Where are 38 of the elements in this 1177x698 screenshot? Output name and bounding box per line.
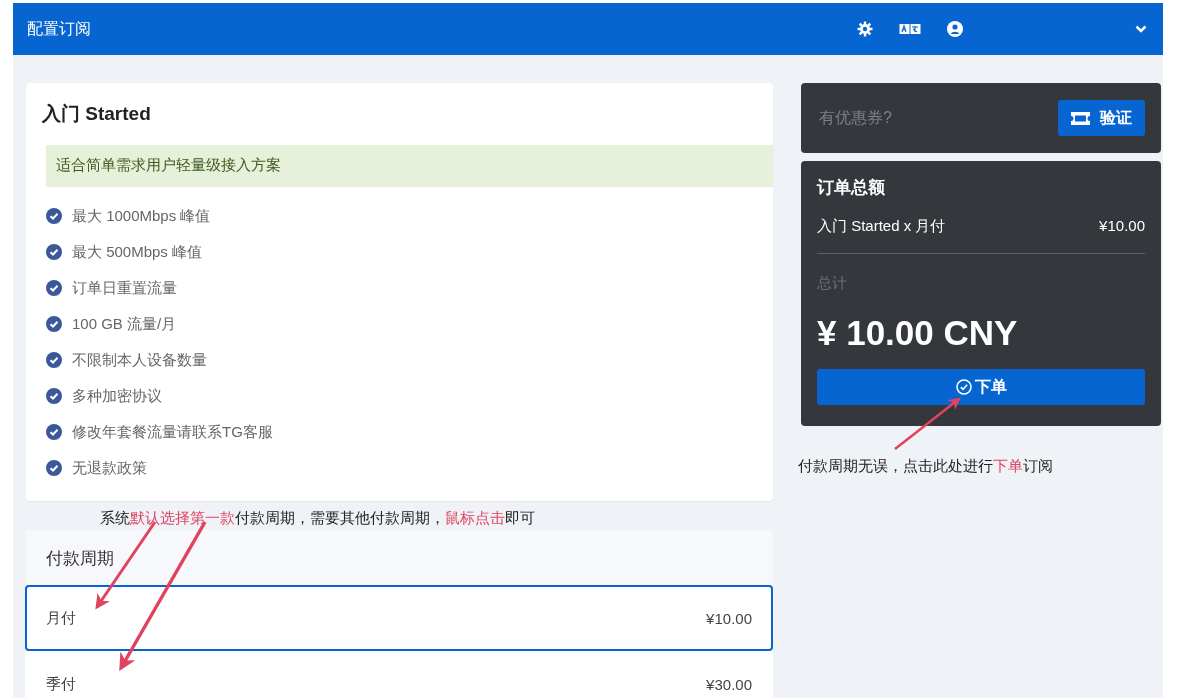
plan-title: 入门 Started xyxy=(40,102,152,126)
check-circle-icon xyxy=(955,379,972,395)
feature-text: 最大 500Mbps 峰值 xyxy=(72,242,203,262)
check-circle-icon xyxy=(46,460,62,476)
annotation-text: 付款周期无误，点击此处进行下单订阅 xyxy=(798,457,1053,476)
line-price: ¥10.00 xyxy=(1099,217,1145,236)
check-circle-icon xyxy=(46,424,62,440)
settings-icon[interactable] xyxy=(857,21,873,37)
place-order-button[interactable]: 下单 xyxy=(817,369,1145,405)
payment-option[interactable]: 季付 ¥30.00 xyxy=(25,651,773,698)
plan-description: 适合简单需求用户轻量级接入方案 xyxy=(46,145,773,187)
translate-icon[interactable] xyxy=(899,22,921,36)
feature-text: 最大 1000Mbps 峰值 xyxy=(72,206,211,226)
check-circle-icon xyxy=(46,208,62,224)
feature-text: 订单日重置流量 xyxy=(72,278,177,298)
annotation-text: 系统默认选择第一款付款周期，需要其他付款周期，鼠标点击即可 xyxy=(100,509,535,528)
order-title: 订单总额 xyxy=(817,177,886,199)
section-title: 付款周期 xyxy=(26,530,773,585)
user-icon[interactable] xyxy=(947,21,963,37)
feature-text: 无退款政策 xyxy=(72,458,147,478)
coupon-field[interactable]: 有优惠券? xyxy=(817,108,1058,128)
feature-text: 修改年套餐流量请联系TG客服 xyxy=(72,422,273,442)
line-item: 入门 Started x 月付 xyxy=(817,217,946,236)
check-circle-icon xyxy=(46,352,62,368)
feature-text: 不限制本人设备数量 xyxy=(72,350,207,370)
page-title: 配置订阅 xyxy=(27,18,92,39)
ticket-icon xyxy=(1071,111,1090,125)
total-amount: ¥ 10.00 CNY xyxy=(817,313,1019,353)
check-circle-icon xyxy=(46,280,62,296)
chevron-down-icon[interactable] xyxy=(1135,25,1147,33)
check-circle-icon xyxy=(46,388,62,404)
check-circle-icon xyxy=(46,316,62,332)
annotation-arrow xyxy=(894,397,961,450)
check-circle-icon xyxy=(46,244,62,260)
payment-option[interactable]: 月付 ¥10.00 xyxy=(25,585,773,651)
feature-text: 100 GB 流量/月 xyxy=(72,314,177,334)
verify-button[interactable]: 验证 xyxy=(1058,100,1145,136)
feature-text: 多种加密协议 xyxy=(72,386,162,406)
